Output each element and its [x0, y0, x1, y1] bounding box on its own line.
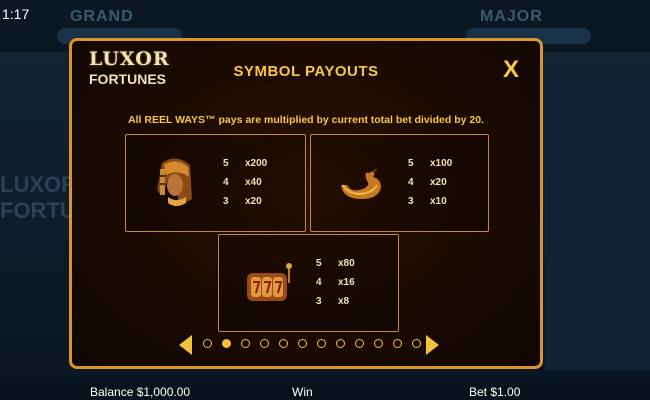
page-dot[interactable]	[374, 339, 383, 348]
close-button[interactable]: X	[498, 57, 524, 83]
previous-page-arrow-icon[interactable]	[179, 335, 192, 355]
symbol-payout-card: 5 x200 4 x40 3 x20	[125, 134, 306, 232]
page-dot[interactable]	[393, 339, 402, 348]
payout-multiplier: x80	[338, 258, 355, 269]
payout-count: 4	[408, 177, 414, 188]
background-reels	[545, 80, 650, 370]
status-clock: 1:17	[2, 6, 30, 22]
footer-bar: Balance $1,000.00 Win Bet $1.00	[0, 382, 650, 400]
payout-count: 4	[223, 177, 229, 188]
next-page-arrow-icon[interactable]	[426, 335, 439, 355]
payout-count: 3	[316, 296, 322, 307]
payout-multiplier: x16	[338, 277, 355, 288]
page-dot[interactable]	[355, 339, 364, 348]
payout-multiplier: x8	[338, 296, 350, 307]
page-dot[interactable]	[317, 339, 326, 348]
pharaoh-queen-icon	[157, 158, 192, 206]
page-dot[interactable]	[203, 339, 212, 348]
win-display: Win	[292, 385, 313, 399]
payout-count: 5	[316, 258, 322, 269]
payout-count: 3	[223, 196, 229, 207]
payout-multiplier: x40	[245, 177, 262, 188]
page-dot[interactable]	[412, 339, 421, 348]
payout-count: 5	[408, 158, 414, 169]
page-dot[interactable]	[241, 339, 250, 348]
payout-multiplier: x20	[430, 177, 447, 188]
payout-count: 5	[223, 158, 229, 169]
bet-display[interactable]: Bet $1.00	[469, 385, 520, 399]
payout-count: 4	[316, 277, 322, 288]
payout-multiplier: x20	[245, 196, 262, 207]
payout-multiplier: x100	[430, 158, 453, 169]
dialog-title: SYMBOL PAYOUTS	[233, 63, 379, 80]
payout-table: 5 x100 4 x20 3 x10	[408, 154, 452, 211]
payout-multiplier: x10	[430, 196, 447, 207]
golden-snake-icon	[341, 169, 381, 199]
payout-table: 5 x80 4 x16 3 x8	[316, 254, 355, 311]
slot-machine-777-icon	[247, 263, 292, 301]
page-dot[interactable]	[222, 339, 231, 348]
payout-multiplier: x200	[245, 158, 268, 169]
page-navigation	[72, 333, 540, 355]
page-dot[interactable]	[298, 339, 307, 348]
grand-jackpot-label: GRAND	[70, 8, 134, 25]
balance-display: Balance $1,000.00	[90, 385, 191, 399]
page-dot[interactable]	[279, 339, 288, 348]
payout-description: All REEL WAYS™ pays are multiplied by cu…	[128, 114, 484, 126]
symbol-payout-card: 5 x80 4 x16 3 x8	[218, 234, 399, 332]
major-jackpot-label: MAJOR	[480, 8, 543, 25]
symbol-payouts-dialog: LUXOR FORTUNES SYMBOL PAYOUTS X All REEL…	[69, 38, 543, 369]
page-dot[interactable]	[336, 339, 345, 348]
symbol-payout-card: 5 x100 4 x20 3 x10	[310, 134, 489, 232]
payout-count: 3	[408, 196, 414, 207]
payout-table: 5 x200 4 x40 3 x20	[223, 154, 267, 211]
page-dot[interactable]	[260, 339, 269, 348]
